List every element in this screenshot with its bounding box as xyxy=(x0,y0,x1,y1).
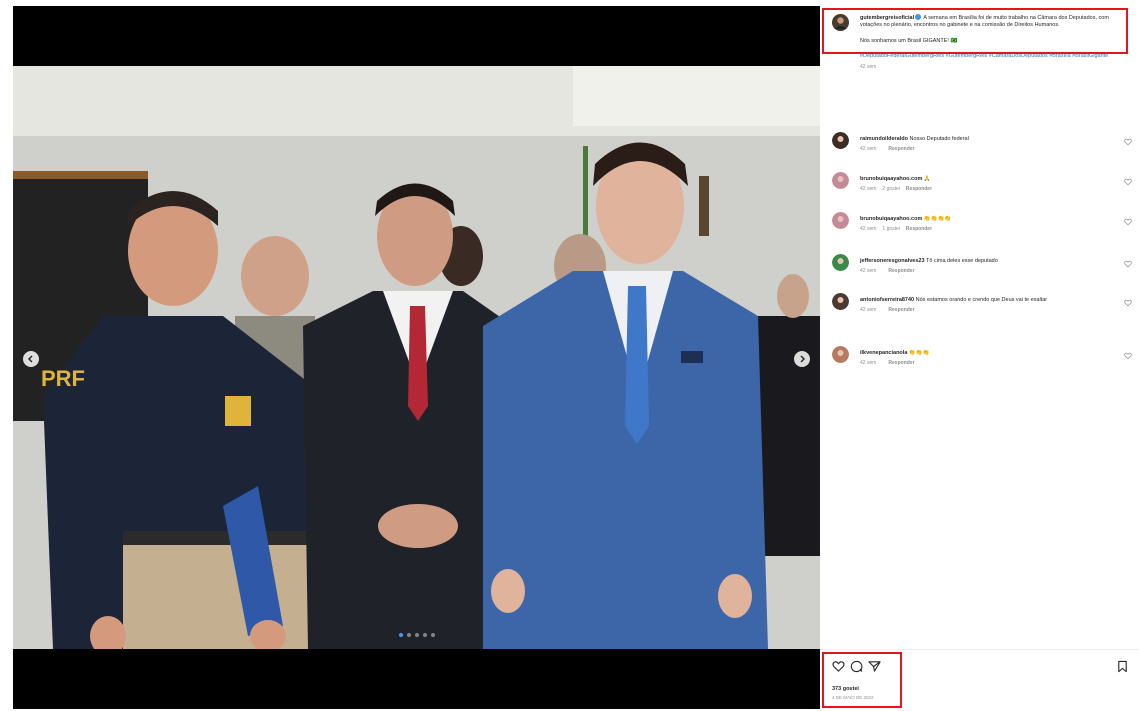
comment-item: ilkvenepancianola 👏👏👏 42 sem Responder xyxy=(832,346,1138,368)
comment-meta: 42 sem Responder xyxy=(860,307,1110,314)
comment-meta: 42 sem 2 gostei Responder xyxy=(860,186,1110,193)
carousel-dot[interactable] xyxy=(406,633,411,637)
author-username[interactable]: gutembergreisoficial xyxy=(860,15,914,21)
comment-reply-button[interactable]: Responder xyxy=(888,268,914,274)
commenter-avatar[interactable] xyxy=(832,212,849,229)
comment-likes[interactable]: 1 gostei xyxy=(882,226,900,232)
carousel-next-button[interactable] xyxy=(794,351,810,367)
commenter-avatar[interactable] xyxy=(832,293,849,310)
post-actions-bar: 373 gostei 4 DE MAIO DE 2022 xyxy=(820,649,1139,709)
comment-body: antoniofserreira8740 Nós estamos orando … xyxy=(860,297,1110,315)
comment-item: antoniofserreira8740 Nós estamos orando … xyxy=(832,293,1138,315)
commenter-avatar[interactable] xyxy=(832,132,849,149)
caption-timestamp: 42 sem xyxy=(860,64,877,71)
comment-text: 👏👏👏👏 xyxy=(923,216,952,222)
heart-icon[interactable] xyxy=(1124,299,1132,307)
comment-reply-button[interactable]: Responder xyxy=(888,146,914,152)
post-side-panel: gutembergreisoficial A semana em Brasíli… xyxy=(820,6,1139,709)
author-avatar[interactable] xyxy=(832,14,849,31)
heart-icon[interactable] xyxy=(1124,138,1132,146)
svg-text:PRF: PRF xyxy=(41,366,85,391)
carousel-prev-button[interactable] xyxy=(23,351,39,367)
comment-likes[interactable]: 2 gostei xyxy=(882,186,900,192)
carousel-dot[interactable] xyxy=(430,633,435,637)
comment-item: jeffersoneresgonalves23 Tô cima deles es… xyxy=(832,254,1138,276)
commenter-username[interactable]: brunobuiqaayahoo.com xyxy=(860,216,922,222)
post-date: 4 DE MAIO DE 2022 xyxy=(832,695,874,700)
comment-text: Nós estamos orando e crendo que Deus vai… xyxy=(915,297,1048,303)
comment-body: ilkvenepancianola 👏👏👏 42 sem Responder xyxy=(860,350,1110,368)
comment-meta: 42 sem Responder xyxy=(860,360,1110,367)
commenter-avatar[interactable] xyxy=(832,172,849,189)
comment-body: jeffersoneresgonalves23 Tô cima deles es… xyxy=(860,258,1110,276)
commenter-username[interactable]: ilkvenepancianola xyxy=(860,350,907,356)
verified-badge-icon xyxy=(915,14,922,20)
caption-second-paragraph: Nós sonhamos um Brasil GIGANTE! 🇧🇷 xyxy=(860,37,958,44)
comment-item: raimundoilderaldo Nosso Deputado federal… xyxy=(832,132,1138,154)
comment-reply-button[interactable]: Responder xyxy=(906,226,932,232)
heart-icon[interactable] xyxy=(1124,218,1132,226)
heart-icon[interactable] xyxy=(832,660,845,673)
carousel-dot[interactable] xyxy=(414,633,419,637)
caption-body: gutembergreisoficial A semana em Brasíli… xyxy=(860,14,1128,71)
commenter-username[interactable]: brunobuiqaayahoo.com xyxy=(860,176,922,182)
comment-text: 👏👏👏 xyxy=(908,350,930,356)
bookmark-icon[interactable] xyxy=(1116,660,1129,673)
carousel-dot[interactable] xyxy=(398,633,403,637)
carousel-indicator xyxy=(13,633,820,637)
carousel-dot[interactable] xyxy=(422,633,427,637)
comment-text: Tô cima deles esse deputado xyxy=(925,258,998,264)
commenter-username[interactable]: raimundoilderaldo xyxy=(860,136,908,142)
comment-reply-button[interactable]: Responder xyxy=(906,186,932,192)
chevron-right-icon xyxy=(800,355,805,363)
comment-meta: 42 sem Responder xyxy=(860,146,1110,153)
comment-time: 42 sem xyxy=(860,360,877,367)
comment-item: brunobuiqaayahoo.com 👏👏👏👏 42 sem 1 gostei R… xyxy=(832,212,1138,234)
comment-text: Nosso Deputado federal xyxy=(909,136,969,142)
commenter-avatar[interactable] xyxy=(832,346,849,363)
comment-time: 42 sem xyxy=(860,307,877,314)
comment-body: brunobuiqaayahoo.com 👏👏👏👏 42 sem 1 gostei R… xyxy=(860,216,1110,234)
commenter-username[interactable]: antoniofserreira8740 xyxy=(860,297,914,303)
comment-body: raimundoilderaldo Nosso Deputado federal… xyxy=(860,136,1110,154)
comment-time: 42 sem xyxy=(860,146,877,153)
commenter-username[interactable]: jeffersoneresgonalves23 xyxy=(860,258,925,264)
comment-time: 42 sem xyxy=(860,186,877,193)
commenter-avatar[interactable] xyxy=(832,254,849,271)
share-icon[interactable] xyxy=(868,660,881,673)
chevron-left-icon xyxy=(28,355,33,363)
likes-count[interactable]: 373 gostei xyxy=(832,686,859,692)
caption-hashtags[interactable]: #DeputadoFederalGutembergReis #Gutemberg… xyxy=(860,53,1128,60)
heart-icon[interactable] xyxy=(1124,178,1132,186)
comment-time: 42 sem xyxy=(860,268,877,275)
comment-time: 42 sem xyxy=(860,226,877,233)
comment-reply-button[interactable]: Responder xyxy=(888,307,914,313)
post-media[interactable]: PRF xyxy=(13,6,820,709)
comment-meta: 42 sem 1 gostei Responder xyxy=(860,226,1110,233)
heart-icon[interactable] xyxy=(1124,260,1132,268)
post-photo: PRF xyxy=(13,66,820,649)
heart-icon[interactable] xyxy=(1124,352,1132,360)
comment-reply-button[interactable]: Responder xyxy=(888,360,914,366)
post-caption: gutembergreisoficial A semana em Brasíli… xyxy=(832,14,1128,71)
comment-text: 🙏 xyxy=(923,176,931,182)
comment-item: brunobuiqaayahoo.com 🙏 42 sem 2 gostei Resp… xyxy=(832,172,1138,194)
comment-meta: 42 sem Responder xyxy=(860,268,1110,275)
comment-body: brunobuiqaayahoo.com 🙏 42 sem 2 gostei Resp… xyxy=(860,176,1110,194)
comment-icon[interactable] xyxy=(850,660,863,673)
